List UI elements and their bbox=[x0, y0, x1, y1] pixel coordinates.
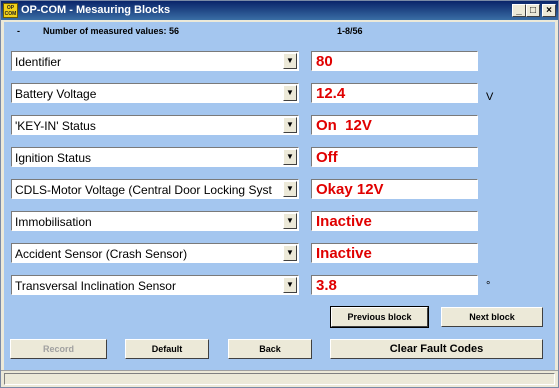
parameter-select-7[interactable]: Accident Sensor (Crash Sensor) ▼ bbox=[11, 243, 299, 263]
op-com-app-icon: OP COM bbox=[3, 3, 18, 18]
unit-label-8: ° bbox=[486, 280, 491, 292]
dropdown-arrow-icon[interactable]: ▼ bbox=[283, 277, 297, 293]
parameter-name: Ignition Status bbox=[15, 151, 92, 165]
parameter-value: Okay 12V bbox=[316, 181, 384, 198]
minimize-button[interactable]: _ bbox=[512, 4, 526, 17]
measured-values-count: Number of measured values: 56 bbox=[43, 26, 180, 36]
status-bar-panel bbox=[4, 373, 555, 385]
parameter-select-1[interactable]: Identifier ▼ bbox=[11, 51, 299, 71]
default-button[interactable]: Default bbox=[125, 339, 209, 359]
status-bar bbox=[1, 370, 558, 387]
measuring-blocks-panel: - Number of measured values: 56 1-8/56 I… bbox=[4, 22, 555, 370]
dropdown-arrow-icon[interactable]: ▼ bbox=[283, 181, 297, 197]
close-button[interactable]: × bbox=[542, 4, 556, 17]
previous-block-button[interactable]: Previous block bbox=[330, 306, 429, 328]
parameter-value: 80 bbox=[316, 53, 333, 70]
parameter-value: Off bbox=[316, 149, 338, 166]
record-button[interactable]: Record bbox=[10, 339, 107, 359]
dropdown-arrow-icon[interactable]: ▼ bbox=[283, 117, 297, 133]
header-dash: - bbox=[17, 26, 20, 36]
dropdown-arrow-icon[interactable]: ▼ bbox=[283, 245, 297, 261]
value-field-7: Inactive bbox=[311, 243, 478, 263]
value-field-4: Off bbox=[311, 147, 478, 167]
value-field-8: 3.8 bbox=[311, 275, 478, 295]
clear-fault-codes-button[interactable]: Clear Fault Codes bbox=[330, 339, 543, 359]
parameter-name: CDLS-Motor Voltage (Central Door Locking… bbox=[15, 183, 272, 197]
value-field-2: 12.4 bbox=[311, 83, 478, 103]
parameter-value: Inactive bbox=[316, 213, 372, 230]
dropdown-arrow-icon[interactable]: ▼ bbox=[283, 53, 297, 69]
dropdown-arrow-icon[interactable]: ▼ bbox=[283, 213, 297, 229]
block-range: 1-8/56 bbox=[337, 26, 363, 36]
dropdown-arrow-icon[interactable]: ▼ bbox=[283, 149, 297, 165]
parameter-value: Inactive bbox=[316, 245, 372, 262]
value-field-5: Okay 12V bbox=[311, 179, 478, 199]
parameter-value: 12.4 bbox=[316, 85, 346, 102]
parameter-select-6[interactable]: Immobilisation ▼ bbox=[11, 211, 299, 231]
main-window: OP COM OP-COM - Mesauring Blocks _ □ × -… bbox=[0, 0, 559, 388]
parameter-select-2[interactable]: Battery Voltage ▼ bbox=[11, 83, 299, 103]
parameter-select-4[interactable]: Ignition Status ▼ bbox=[11, 147, 299, 167]
parameter-select-5[interactable]: CDLS-Motor Voltage (Central Door Locking… bbox=[11, 179, 299, 199]
parameter-name: Battery Voltage bbox=[15, 87, 97, 101]
parameter-select-8[interactable]: Transversal Inclination Sensor ▼ bbox=[11, 275, 299, 295]
next-block-button[interactable]: Next block bbox=[441, 307, 543, 327]
parameter-name: Identifier bbox=[15, 55, 62, 69]
unit-label-2: V bbox=[486, 91, 494, 103]
parameter-value: 3.8 bbox=[316, 277, 337, 294]
title-bar[interactable]: OP COM OP-COM - Mesauring Blocks _ □ × bbox=[1, 1, 558, 20]
value-field-6: Inactive bbox=[311, 211, 478, 231]
parameter-name: Transversal Inclination Sensor bbox=[15, 279, 176, 293]
parameter-name: 'KEY-IN' Status bbox=[15, 119, 96, 133]
back-button[interactable]: Back bbox=[228, 339, 312, 359]
maximize-button[interactable]: □ bbox=[526, 4, 540, 17]
dropdown-arrow-icon[interactable]: ▼ bbox=[283, 85, 297, 101]
value-field-3: On 12V bbox=[311, 115, 478, 135]
parameter-select-3[interactable]: 'KEY-IN' Status ▼ bbox=[11, 115, 299, 135]
parameter-name: Accident Sensor (Crash Sensor) bbox=[15, 247, 188, 261]
parameter-value: On 12V bbox=[316, 117, 372, 134]
value-field-1: 80 bbox=[311, 51, 478, 71]
window-title: OP-COM - Mesauring Blocks bbox=[21, 4, 171, 16]
parameter-name: Immobilisation bbox=[15, 215, 92, 229]
